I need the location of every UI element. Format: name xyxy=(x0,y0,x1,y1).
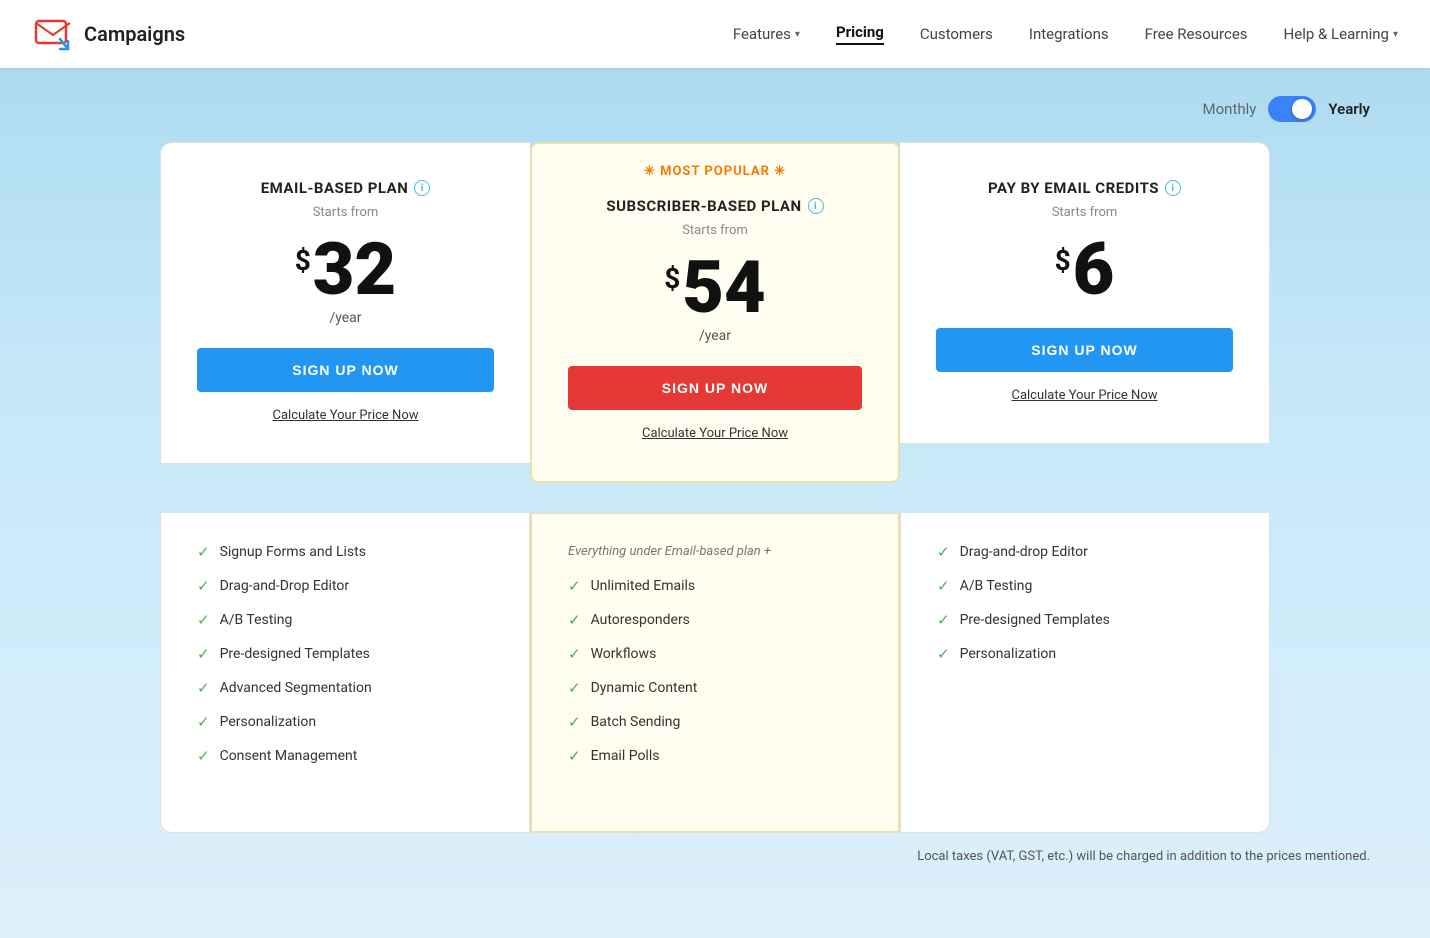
check-icon: ✓ xyxy=(568,577,581,595)
check-icon: ✓ xyxy=(568,713,581,731)
check-icon: ✓ xyxy=(568,611,581,629)
feature-credits-drag-drop: ✓ Drag-and-drop Editor xyxy=(937,543,1233,561)
feature-credits-templates: ✓ Pre-designed Templates xyxy=(937,611,1233,629)
nav-item-features[interactable]: Features ▾ xyxy=(733,25,800,43)
check-icon: ✓ xyxy=(197,611,210,629)
price-display-credits: $ 6 xyxy=(936,234,1233,306)
feature-batch-sending: ✓ Batch Sending xyxy=(568,713,862,731)
feature-ab-testing: ✓ A/B Testing xyxy=(197,611,493,629)
signup-button-subscriber[interactable]: SIGN UP NOW xyxy=(568,366,862,410)
currency-email: $ xyxy=(295,244,311,277)
features-caret-icon: ▾ xyxy=(795,29,800,40)
features-col-credits: ✓ Drag-and-drop Editor ✓ A/B Testing ✓ P… xyxy=(900,513,1270,833)
monthly-label: Monthly xyxy=(1203,100,1257,118)
nav-links: Features ▾ Pricing Customers Integration… xyxy=(733,23,1398,45)
check-icon: ✓ xyxy=(937,611,950,629)
price-display-email: $ 32 xyxy=(197,234,494,306)
calc-link-credits[interactable]: Calculate Your Price Now xyxy=(936,388,1233,403)
starts-from-credits: Starts from xyxy=(936,205,1233,220)
help-caret-icon: ▾ xyxy=(1393,29,1398,40)
check-icon: ✓ xyxy=(937,543,950,561)
plan-name-credits: PAY BY EMAIL CREDITS i xyxy=(936,179,1233,197)
calc-link-subscriber[interactable]: Calculate Your Price Now xyxy=(568,426,862,441)
nav-link-free-resources[interactable]: Free Resources xyxy=(1145,25,1248,43)
feature-autoresponders: ✓ Autoresponders xyxy=(568,611,862,629)
nav-link-pricing[interactable]: Pricing xyxy=(836,23,884,45)
starts-from-subscriber: Starts from xyxy=(568,223,862,238)
logo-area: Campaigns xyxy=(32,13,733,55)
feature-dynamic-content: ✓ Dynamic Content xyxy=(568,679,862,697)
billing-toggle-switch[interactable] xyxy=(1268,96,1316,122)
feature-unlimited-emails: ✓ Unlimited Emails xyxy=(568,577,862,595)
feature-signup-forms: ✓ Signup Forms and Lists xyxy=(197,543,493,561)
check-icon: ✓ xyxy=(568,645,581,663)
nav-item-pricing[interactable]: Pricing xyxy=(836,23,884,45)
plan-card-subscriber: ✳ MOST POPULAR ✳ SUBSCRIBER-BASED PLAN i… xyxy=(530,142,900,483)
currency-subscriber: $ xyxy=(664,262,680,295)
price-display-subscriber: $ 54 xyxy=(568,252,862,324)
signup-button-email[interactable]: SIGN UP NOW xyxy=(197,348,494,392)
features-col-email: ✓ Signup Forms and Lists ✓ Drag-and-Drop… xyxy=(160,513,530,833)
check-icon: ✓ xyxy=(197,679,210,697)
check-icon: ✓ xyxy=(197,543,210,561)
feature-credits-personalization: ✓ Personalization xyxy=(937,645,1233,663)
feature-workflows: ✓ Workflows xyxy=(568,645,862,663)
check-icon: ✓ xyxy=(937,577,950,595)
yearly-label: Yearly xyxy=(1328,100,1370,118)
check-icon: ✓ xyxy=(197,577,210,595)
plan-card-credits: PAY BY EMAIL CREDITS i Starts from $ 6 S… xyxy=(900,142,1270,444)
period-subscriber: /year xyxy=(568,328,862,344)
feature-templates: ✓ Pre-designed Templates xyxy=(197,645,493,663)
footer-note: Local taxes (VAT, GST, etc.) will be cha… xyxy=(0,833,1430,880)
check-icon: ✓ xyxy=(197,645,210,663)
nav-link-integrations[interactable]: Integrations xyxy=(1029,25,1109,43)
plan-name-subscriber: SUBSCRIBER-BASED PLAN i xyxy=(568,197,862,215)
check-icon: ✓ xyxy=(197,713,210,731)
nav-link-help[interactable]: Help & Learning ▾ xyxy=(1284,25,1398,43)
app-name: Campaigns xyxy=(84,22,185,46)
calc-link-email[interactable]: Calculate Your Price Now xyxy=(197,408,494,423)
amount-subscriber: 54 xyxy=(682,252,765,324)
nav-item-customers[interactable]: Customers xyxy=(920,25,993,43)
feature-personalization: ✓ Personalization xyxy=(197,713,493,731)
check-icon: ✓ xyxy=(937,645,950,663)
currency-credits: $ xyxy=(1055,244,1071,277)
plan-name-email: EMAIL-BASED PLAN i xyxy=(197,179,494,197)
amount-email: 32 xyxy=(313,234,396,306)
check-icon: ✓ xyxy=(197,747,210,765)
logo-icon xyxy=(32,13,74,55)
amount-credits: 6 xyxy=(1073,234,1115,306)
check-icon: ✓ xyxy=(568,747,581,765)
nav-item-free-resources[interactable]: Free Resources xyxy=(1145,25,1248,43)
most-popular-badge: ✳ MOST POPULAR ✳ xyxy=(568,164,862,179)
signup-button-credits[interactable]: SIGN UP NOW xyxy=(936,328,1233,372)
navbar: Campaigns Features ▾ Pricing Customers I… xyxy=(0,0,1430,68)
info-icon-credits[interactable]: i xyxy=(1165,180,1181,196)
plan-card-email-based: EMAIL-BASED PLAN i Starts from $ 32 /yea… xyxy=(160,142,530,464)
pricing-section: EMAIL-BASED PLAN i Starts from $ 32 /yea… xyxy=(0,132,1430,513)
feature-consent: ✓ Consent Management xyxy=(197,747,493,765)
period-email: /year xyxy=(197,310,494,326)
nav-link-customers[interactable]: Customers xyxy=(920,25,993,43)
feature-email-polls: ✓ Email Polls xyxy=(568,747,862,765)
billing-toggle: Monthly Yearly xyxy=(0,68,1430,132)
toggle-knob xyxy=(1292,99,1312,119)
starts-from-email: Starts from xyxy=(197,205,494,220)
features-subtitle-subscriber: Everything under Email-based plan + xyxy=(568,544,862,559)
features-col-subscriber: Everything under Email-based plan + ✓ Un… xyxy=(530,513,900,833)
info-icon-email[interactable]: i xyxy=(414,180,430,196)
nav-link-features[interactable]: Features ▾ xyxy=(733,25,800,43)
features-row: ✓ Signup Forms and Lists ✓ Drag-and-Drop… xyxy=(0,513,1430,833)
nav-item-integrations[interactable]: Integrations xyxy=(1029,25,1109,43)
info-icon-subscriber[interactable]: i xyxy=(808,198,824,214)
feature-drag-drop-editor: ✓ Drag-and-Drop Editor xyxy=(197,577,493,595)
nav-item-help[interactable]: Help & Learning ▾ xyxy=(1284,25,1398,43)
feature-segmentation: ✓ Advanced Segmentation xyxy=(197,679,493,697)
check-icon: ✓ xyxy=(568,679,581,697)
feature-credits-ab: ✓ A/B Testing xyxy=(937,577,1233,595)
